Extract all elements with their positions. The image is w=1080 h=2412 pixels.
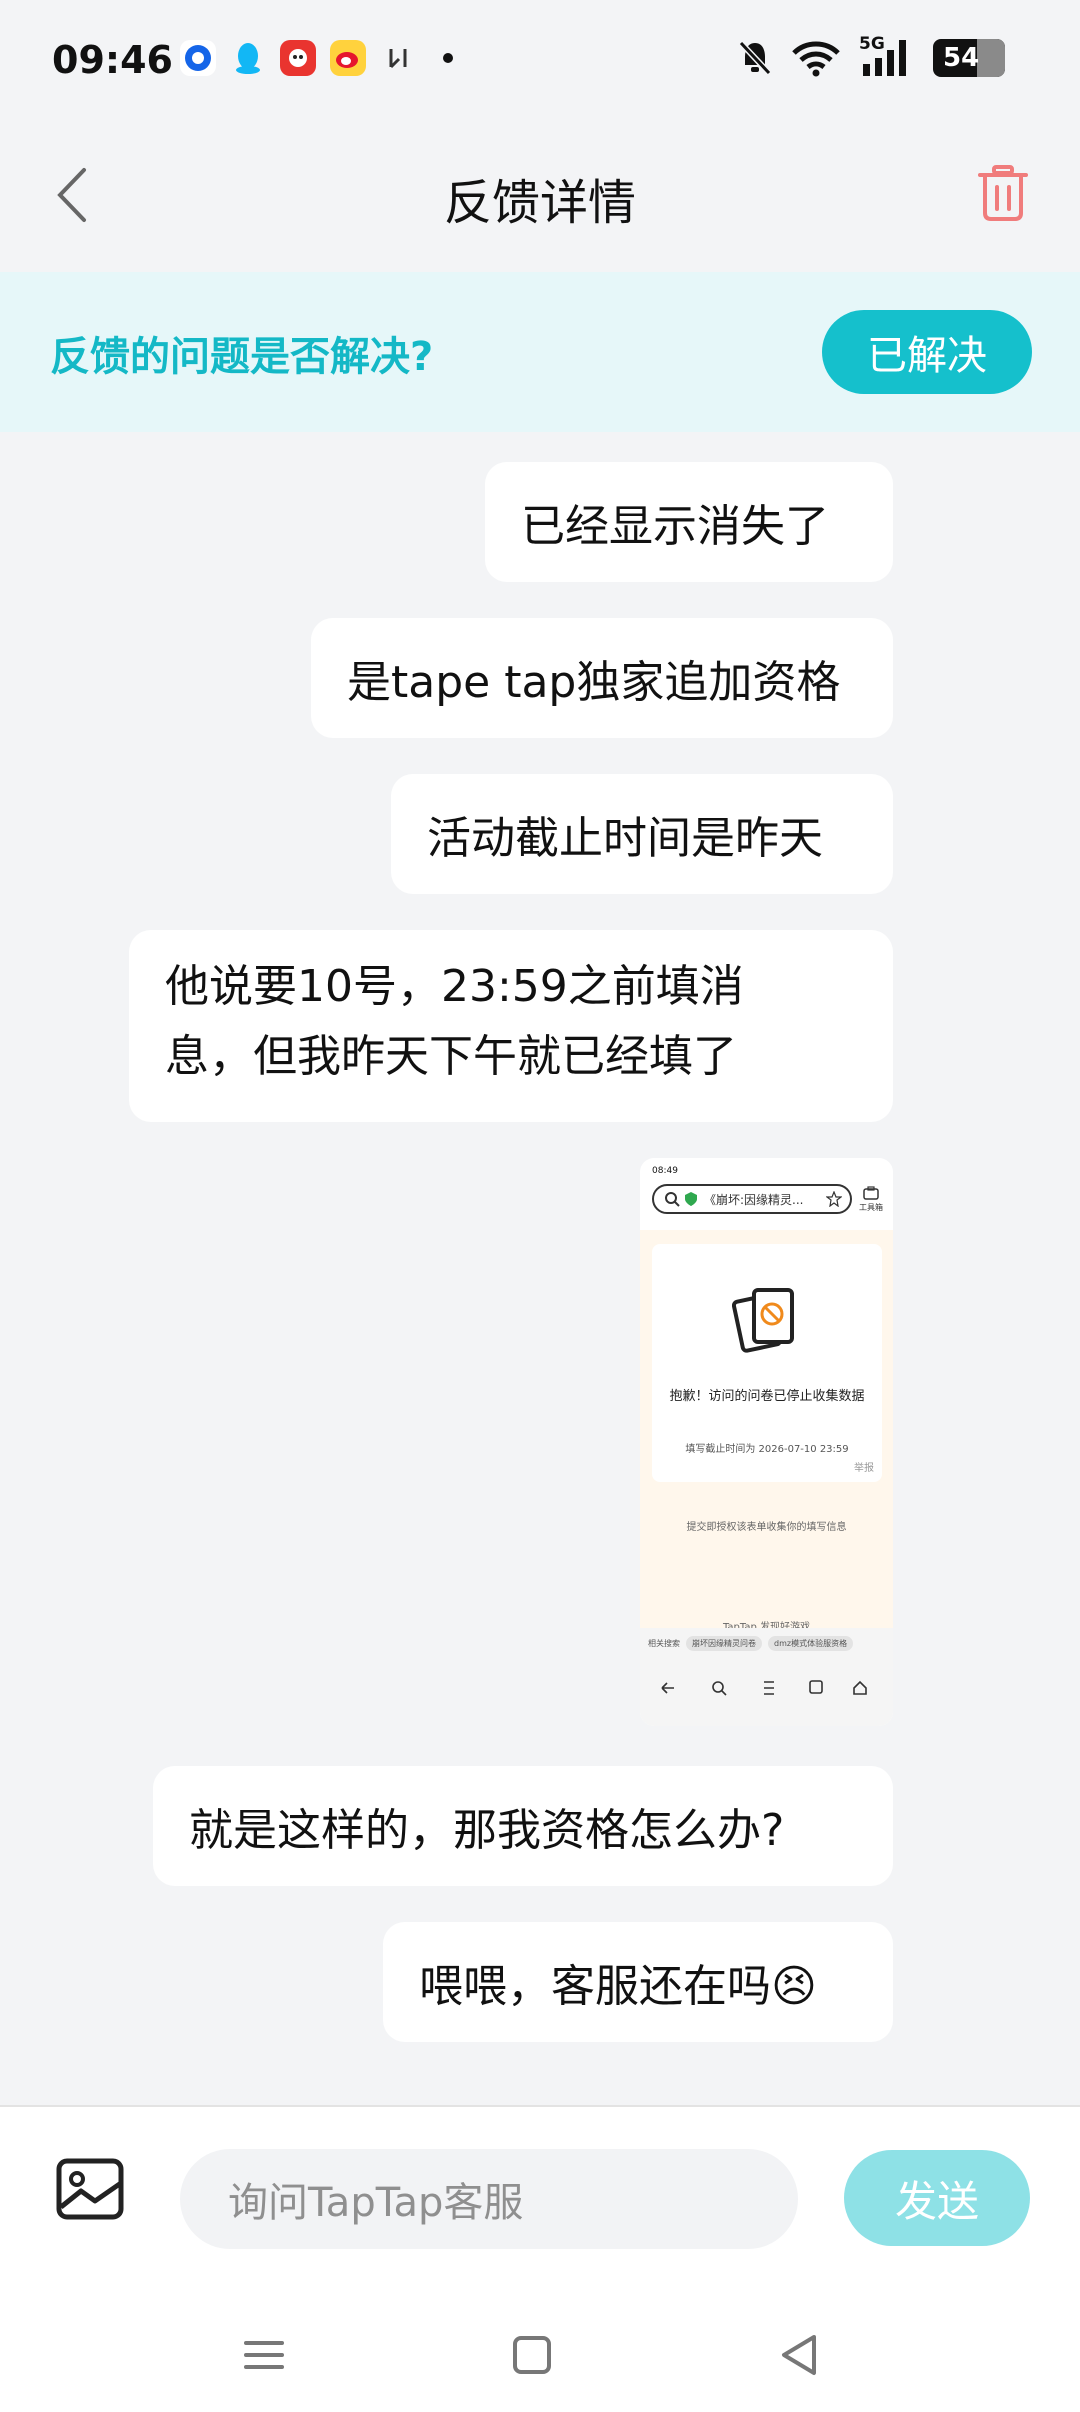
qq-icon (230, 40, 266, 76)
header: 反馈详情 (0, 125, 1080, 260)
back-nav-button[interactable] (770, 2325, 830, 2385)
related-label: 相关搜索 (648, 1639, 680, 1648)
menu-icon (244, 2341, 284, 2369)
message-text: 活动截止时间是昨天 (427, 813, 823, 864)
wifi-icon (792, 41, 840, 77)
attachment-card: 抱歉！访问的问卷已停止收集数据 填写截止时间为 2026-07-10 23:59… (652, 1244, 882, 1482)
message-text: 已经显示消失了 (521, 501, 829, 552)
attachment-consent: 提交即授权该表单收集你的填写信息 (686, 1522, 847, 1533)
input-area: 询问TapTap客服 发送 (0, 2105, 1080, 2307)
attachment-deadline: 填写截止时间为 2026-07-10 23:59 (685, 1444, 849, 1455)
resolve-question: 反馈的问题是否解决? (50, 334, 434, 380)
star-icon (826, 1191, 842, 1207)
battery-level: 54 (943, 43, 980, 73)
resolved-button[interactable]: 已解决 (822, 310, 1032, 394)
mute-bell-icon (738, 40, 772, 76)
notification-icons (180, 40, 466, 76)
search-icon (665, 1192, 680, 1207)
attachment-url-text: 《崩坏:因缘精灵... (704, 1192, 804, 1207)
battery-indicator: 54 (933, 39, 1005, 77)
weibo-icon (330, 40, 366, 76)
message-bubble: 他说要10号，23:59之前填消息，但我昨天下午就已经填了 (129, 930, 893, 1122)
toolbox-label: 工具箱 (859, 1203, 883, 1212)
delete-button[interactable] (976, 163, 1030, 223)
shield-icon (685, 1192, 697, 1206)
system-status: 5G 54 (737, 34, 1005, 78)
more-notifications-dot-icon (430, 40, 466, 76)
message-text: 是tape tap独家追加资格 (347, 657, 841, 708)
page-title: 反馈详情 (443, 175, 636, 231)
attachment-page-body: 抱歉！访问的问卷已停止收集数据 填写截止时间为 2026-07-10 23:59… (640, 1230, 893, 1640)
message-text: 喂喂，客服还在吗😣 (419, 1961, 817, 2012)
square-home-icon (513, 2336, 551, 2374)
attachment-status-time: 08:49 (652, 1166, 678, 1176)
message-text: 就是这样的，那我资格怎么办? (189, 1805, 785, 1856)
attachment-url-bar: 《崩坏:因缘精灵... (652, 1184, 852, 1214)
attachment-report: 举报 (854, 1463, 874, 1474)
image-attachment[interactable]: 08:49 《崩坏:因缘精灵... 工具箱 抱歉！访问的问卷已停止收集数据 填写… (640, 1158, 893, 1726)
related-chip: dmz模式体验服资格 (768, 1636, 854, 1651)
message-bubble: 活动截止时间是昨天 (391, 774, 893, 894)
menu-nav-button[interactable] (234, 2325, 294, 2385)
image-icon (56, 2158, 124, 2220)
message-bubble: 已经显示消失了 (485, 462, 893, 582)
home-nav-button[interactable] (502, 2325, 562, 2385)
blocked-document-icon (732, 1288, 794, 1353)
message-bubble: 喂喂，客服还在吗😣 (383, 1922, 893, 2042)
app-notification-icon (180, 40, 216, 76)
status-time: 09:46 (52, 38, 173, 82)
related-chip: 崩坏因缘精灵问卷 (686, 1636, 762, 1651)
send-button[interactable]: 发送 (844, 2150, 1030, 2246)
message-bubble: 是tape tap独家追加资格 (311, 618, 893, 738)
toolbox-icon (863, 1186, 879, 1200)
trash-icon (978, 165, 1028, 221)
attachment-toolbox: 工具箱 (859, 1186, 883, 1213)
message-text: 他说要10号，23:59之前填消息，但我昨天下午就已经填了 (165, 961, 744, 1082)
attachment-browser-nav-icons (661, 1680, 867, 1696)
attachment-bottom-bar: 相关搜索 崩坏因缘精灵问卷 dmz模式体验服资格 (640, 1628, 893, 1726)
game-app-icon (280, 40, 316, 76)
system-nav-bar (0, 2305, 1080, 2412)
triangle-back-icon (782, 2335, 816, 2375)
message-input[interactable]: 询问TapTap客服 (180, 2149, 798, 2249)
message-input-placeholder: 询问TapTap客服 (228, 2180, 524, 2226)
status-bar: 09:46 5G 54 (0, 0, 1080, 125)
sync-icon (380, 40, 416, 76)
message-bubble: 就是这样的，那我资格怎么办? (153, 1766, 893, 1886)
image-upload-button[interactable] (55, 2157, 125, 2221)
attachment-message: 抱歉！访问的问卷已停止收集数据 (669, 1389, 865, 1404)
cellular-signal-icon: 5G (859, 34, 915, 78)
resolve-bar: 反馈的问题是否解决? 已解决 (0, 272, 1080, 432)
